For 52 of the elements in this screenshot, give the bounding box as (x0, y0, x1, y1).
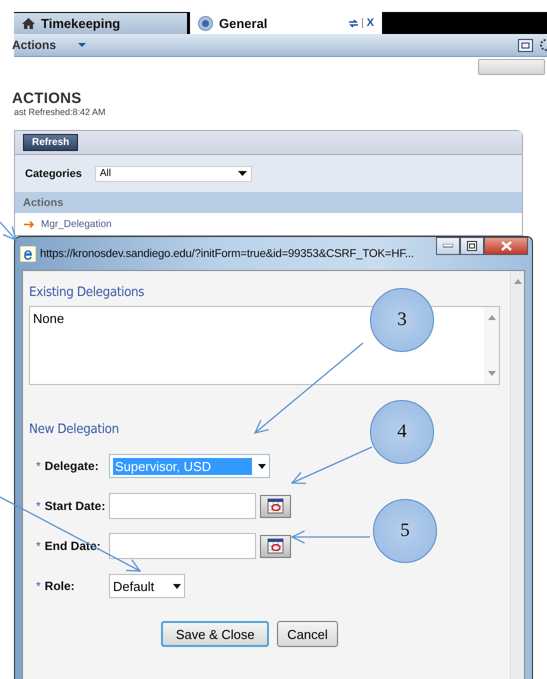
scroll-up-icon[interactable] (488, 315, 496, 320)
globe-icon (198, 16, 213, 30)
calendar-icon (267, 538, 284, 554)
scroll-down-icon[interactable] (488, 371, 496, 376)
field-label: Start Date: (44, 499, 106, 513)
required-mark: * (36, 539, 41, 553)
field-label: Role: (44, 579, 75, 593)
required-mark: * (36, 579, 41, 593)
section-title: Existing Delegations (29, 285, 144, 300)
required-mark: * (36, 459, 41, 473)
field-label: Delegate: (44, 459, 99, 473)
annotation-arrow (0, 222, 17, 242)
arrow-icon (24, 220, 35, 228)
divider-icon (362, 18, 364, 28)
calendar-button[interactable] (260, 534, 291, 558)
maximize-icon (467, 241, 477, 251)
window-title: https://kronosdev.sandiego.edu/?initForm=true&id=99353&CSRF_TOK=HF... (40, 248, 414, 260)
dropdown-arrow-icon (238, 171, 247, 176)
close-icon (500, 241, 512, 251)
action-link[interactable]: Mgr_Delegation (41, 218, 112, 230)
required-mark: * (36, 499, 41, 513)
categories-dropdown[interactable]: All (94, 166, 252, 182)
dropdown-arrow-icon (173, 584, 181, 588)
close-tab-button[interactable]: X (366, 17, 374, 29)
minimize-icon (443, 244, 453, 248)
refresh-button[interactable]: Refresh (23, 134, 78, 151)
tab[interactable]: General X (190, 12, 382, 34)
categories-label: Categories (25, 168, 82, 180)
close-button[interactable] (484, 237, 528, 255)
date-input-field[interactable] (109, 533, 256, 559)
tab[interactable]: Timekeeping (14, 13, 187, 34)
caret-icon (78, 43, 86, 47)
dialog-button[interactable]: Save & Close (161, 621, 270, 647)
list-item[interactable]: None (33, 311, 64, 326)
last-refreshed-text: ast Refreshed:8:42 AM (14, 107, 107, 117)
actions-header: Actions (15, 192, 522, 213)
settings-icon[interactable] (539, 38, 547, 52)
maximize-button[interactable] (460, 237, 484, 255)
dropdown-arrow-icon (258, 464, 266, 468)
browser-icon (20, 246, 36, 262)
window-icon[interactable] (518, 38, 533, 52)
page-title: ACTIONS (12, 90, 83, 107)
calendar-button[interactable] (260, 494, 291, 518)
actions-menu[interactable]: Actions (12, 38, 56, 52)
home-icon (22, 18, 35, 29)
dialog-button[interactable]: Cancel (277, 621, 338, 647)
dropdown-field[interactable]: Default (109, 574, 185, 598)
date-input-field[interactable] (109, 493, 256, 519)
refresh-icon (348, 18, 359, 28)
calendar-icon (267, 498, 284, 514)
minimize-button[interactable] (436, 237, 460, 255)
section-title: New Delegation (29, 422, 119, 437)
